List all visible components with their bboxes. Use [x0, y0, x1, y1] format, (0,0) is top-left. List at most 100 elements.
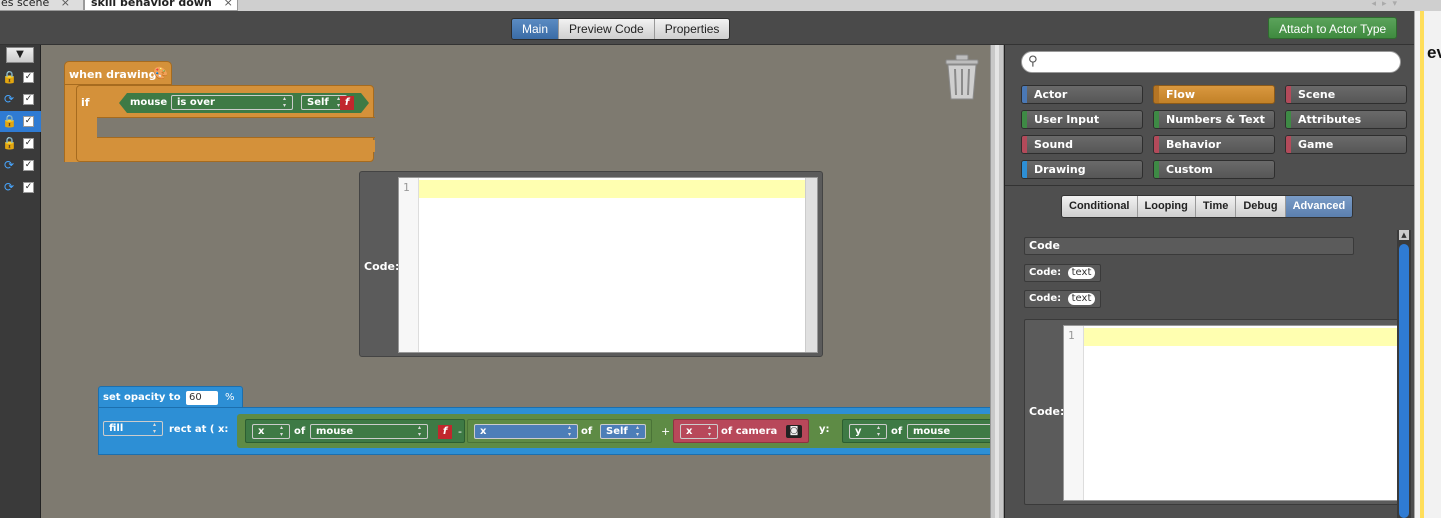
active-line[interactable]	[1084, 328, 1397, 346]
gutter-row[interactable]: ⟳ ✓	[0, 155, 41, 176]
x-of-mouse-block[interactable]: x of mouse f	[245, 419, 465, 443]
x-of-camera-block[interactable]: x of camera ◙	[673, 419, 809, 443]
category-attributes[interactable]: Attributes	[1285, 110, 1407, 129]
opacity-unit: %	[225, 392, 235, 403]
property-dropdown[interactable]: x	[252, 424, 290, 439]
enabled-checkbox[interactable]: ✓	[23, 94, 34, 105]
trash-icon[interactable]	[943, 53, 981, 101]
gutter-row[interactable]: 🔒 ✓	[0, 133, 41, 154]
tab-debug[interactable]: Debug	[1236, 196, 1286, 217]
gutter-row[interactable]: 🔒 ✓	[0, 111, 41, 132]
palette-search[interactable]: ⚲	[1021, 51, 1401, 73]
y-expression[interactable]: y of mouse	[834, 414, 990, 448]
mode-switcher: Main Preview Code Properties	[511, 18, 731, 40]
if-label: if	[81, 96, 90, 109]
category-custom[interactable]: Custom	[1153, 160, 1275, 179]
properties-button[interactable]: Properties	[654, 19, 730, 39]
active-line[interactable]	[419, 180, 817, 198]
attach-to-actor-type-button[interactable]: Attach to Actor Type	[1268, 17, 1398, 39]
fill-mode-dropdown[interactable]: fill	[103, 421, 163, 436]
code-block[interactable]: Code: 1	[359, 171, 823, 357]
property-dropdown[interactable]: y	[849, 424, 887, 439]
preview-code-button[interactable]: Preview Code	[559, 19, 655, 39]
gutter-row[interactable]: ⟳ ✓	[0, 177, 41, 198]
code-text-palette-block[interactable]: Code: text	[1024, 290, 1101, 308]
enabled-checkbox[interactable]: ✓	[23, 182, 34, 193]
tab-label: skill behavior down	[91, 0, 212, 9]
opacity-value-dropdown[interactable]: 60	[186, 391, 218, 405]
gutter-row[interactable]: ⟳ ✓	[0, 89, 41, 110]
tab-looping[interactable]: Looping	[1137, 196, 1196, 217]
text-pill[interactable]: text	[1067, 267, 1096, 279]
when-drawing-block[interactable]: when drawing 🎨	[64, 61, 172, 85]
palette-scrollbar[interactable]: ▲	[1397, 230, 1411, 518]
minus-operator: -	[458, 425, 462, 438]
category-drawing[interactable]: Drawing	[1021, 160, 1143, 179]
code-editor-palette-block[interactable]: Code: 1	[1024, 319, 1397, 505]
code-editor[interactable]: 1	[1063, 325, 1397, 501]
code-text-palette-block[interactable]: Code: text	[1024, 264, 1101, 282]
category-label: Drawing	[1034, 163, 1086, 176]
category-swatch	[1022, 111, 1027, 128]
tab-skill-behavior-down[interactable]: skill behavior down ×	[84, 0, 238, 11]
search-input[interactable]	[1046, 55, 1386, 69]
draw-rect-block[interactable]: fill rect at ( x: x of mouse f - x of Se…	[98, 407, 990, 455]
source-dropdown[interactable]: mouse	[310, 424, 428, 439]
of-label: of	[581, 426, 593, 437]
category-flow[interactable]: Flow	[1153, 85, 1275, 104]
category-scene[interactable]: Scene	[1285, 85, 1407, 104]
operator-dropdown[interactable]: is over	[171, 95, 293, 110]
category-game[interactable]: Game	[1285, 135, 1407, 154]
plus-operator: +	[661, 425, 671, 438]
search-icon: ⚲	[1028, 54, 1038, 69]
toolbar: Main Preview Code Properties Attach to A…	[0, 11, 1414, 45]
code-label: Code:	[1029, 267, 1062, 278]
camera-icon: ◙	[786, 425, 802, 438]
property-dropdown[interactable]: x	[474, 424, 578, 439]
panel-splitter[interactable]	[990, 45, 1004, 518]
category-numbers-text[interactable]: Numbers & Text	[1153, 110, 1275, 129]
category-label: Numbers & Text	[1166, 113, 1265, 126]
category-user-input[interactable]: User Input	[1021, 110, 1143, 129]
source-dropdown[interactable]: mouse	[907, 424, 990, 439]
code-editor[interactable]: 1	[398, 177, 818, 353]
if-body-slot[interactable]	[97, 117, 375, 138]
source-dropdown[interactable]: Self	[600, 424, 646, 439]
code-palette-block[interactable]: Code	[1024, 237, 1354, 255]
scroll-thumb[interactable]	[1399, 244, 1409, 518]
set-opacity-block[interactable]: set opacity to 60 %	[98, 386, 243, 408]
code-scrollbar[interactable]	[805, 178, 817, 352]
splitter-grip[interactable]	[995, 45, 999, 518]
palette-divider	[1005, 185, 1415, 186]
mouse-is-over-condition[interactable]: mouse is over Self	[119, 93, 369, 113]
main-mode-button[interactable]: Main	[512, 19, 560, 39]
scroll-up-icon[interactable]: ▲	[1399, 230, 1409, 240]
x-expression[interactable]: x of mouse f - x of Self + x of camera ◙	[237, 414, 857, 448]
category-label: Sound	[1034, 138, 1074, 151]
close-icon[interactable]: ×	[61, 0, 70, 9]
enabled-checkbox[interactable]: ✓	[23, 72, 34, 83]
gutter-dropdown[interactable]: ▼	[6, 47, 34, 63]
tab-conditional[interactable]: Conditional	[1062, 196, 1138, 217]
category-sound[interactable]: Sound	[1021, 135, 1143, 154]
block-canvas[interactable]: when drawing 🎨 if mouse is over Self f C…	[41, 45, 990, 518]
code-label: Code:	[1029, 405, 1065, 418]
enabled-checkbox[interactable]: ✓	[23, 138, 34, 149]
tab-udes-scene[interactable]: udes scene ×	[0, 0, 84, 11]
category-label: Scene	[1298, 88, 1336, 101]
enabled-checkbox[interactable]: ✓	[23, 116, 34, 127]
category-actor[interactable]: Actor	[1021, 85, 1143, 104]
lock-icon: 🔒	[2, 136, 17, 150]
tab-advanced[interactable]: Advanced	[1285, 196, 1353, 217]
lock-icon: 🔒	[2, 114, 17, 128]
tab-nav-arrows-icon[interactable]: ◂▸▾	[1371, 0, 1403, 9]
y-of-mouse-block[interactable]: y of mouse	[842, 419, 990, 443]
property-dropdown[interactable]: x	[680, 424, 718, 439]
close-icon[interactable]: ×	[224, 0, 233, 9]
x-of-self-block[interactable]: x of Self	[467, 419, 652, 443]
tab-time[interactable]: Time	[1195, 196, 1237, 217]
category-behavior[interactable]: Behavior	[1153, 135, 1275, 154]
gutter-row[interactable]: 🔒 ✓	[0, 67, 41, 88]
text-pill[interactable]: text	[1067, 293, 1096, 305]
enabled-checkbox[interactable]: ✓	[23, 160, 34, 171]
